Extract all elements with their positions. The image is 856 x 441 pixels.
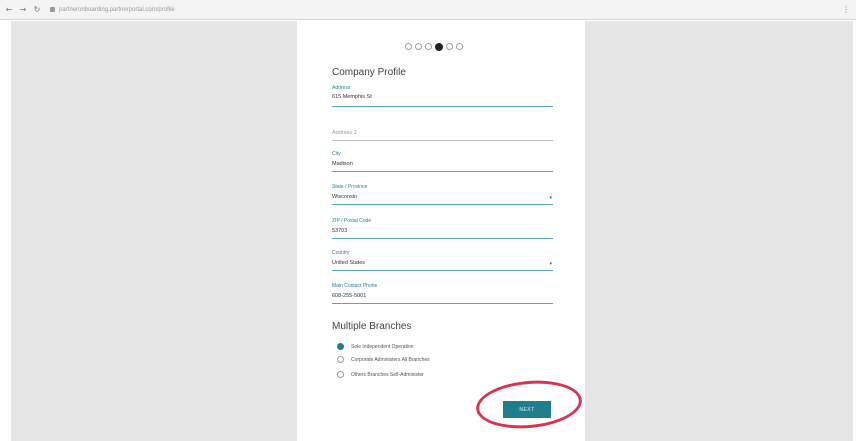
phone-value[interactable]: 608-255-5001	[332, 293, 366, 299]
city-field[interactable]: City Madison	[332, 151, 553, 172]
radio-label: Sole Independent Operation	[351, 343, 414, 350]
multiple-branches-title: Multiple Branches	[332, 321, 412, 332]
step-dot-active	[435, 42, 443, 51]
address-2-field[interactable]: Address 2	[332, 124, 553, 141]
radio-button[interactable]	[337, 356, 344, 363]
step-dot	[405, 43, 412, 50]
zip-label: ZIP / Postal Code	[332, 218, 372, 224]
address-bar[interactable]: partneronboarding.partnerportal.com/prof…	[59, 7, 175, 13]
address-value[interactable]: 615 Memphis St	[332, 94, 372, 100]
state-select[interactable]: State / Province Wisconsin ▾	[332, 184, 553, 205]
country-label: Country	[332, 250, 350, 256]
phone-label: Main Contact Phone	[332, 283, 378, 289]
back-icon[interactable]: ←	[4, 5, 14, 14]
radio-option-corporate-administers[interactable]: Corporate Administers All Branches	[337, 356, 430, 363]
address-label: Address	[332, 85, 351, 91]
radio-button-checked[interactable]	[337, 343, 344, 350]
forward-icon[interactable]: →	[18, 5, 28, 14]
left-background-panel	[11, 21, 297, 441]
country-value[interactable]: United States	[332, 260, 365, 266]
radio-option-self-administer[interactable]: Others Branches Self-Administer	[337, 371, 424, 378]
step-dot	[425, 43, 432, 50]
radio-label: Others Branches Self-Administer	[351, 371, 424, 378]
phone-field[interactable]: Main Contact Phone 608-255-5001	[332, 283, 553, 304]
address-2-placeholder[interactable]: Address 2	[332, 130, 357, 136]
step-dot	[415, 43, 422, 50]
radio-option-sole-independent[interactable]: Sole Independent Operation	[337, 343, 414, 350]
state-value[interactable]: Wisconsin	[332, 194, 357, 200]
lock-icon	[50, 7, 55, 12]
city-value[interactable]: Madison	[332, 161, 353, 167]
step-dot	[446, 43, 453, 50]
address-field[interactable]: Address 615 Memphis St	[332, 85, 553, 107]
step-dot	[456, 43, 463, 50]
step-indicator	[405, 42, 463, 51]
state-label: State / Province	[332, 184, 368, 190]
right-background-panel	[585, 21, 853, 441]
browser-toolbar: ← → ↻ partneronboarding.partnerportal.co…	[0, 0, 856, 20]
company-profile-title: Company Profile	[332, 67, 406, 78]
chevron-down-icon[interactable]: ▾	[549, 261, 552, 267]
menu-icon[interactable]: ⋮	[842, 5, 850, 14]
radio-label: Corporate Administers All Branches	[351, 356, 430, 363]
zip-value[interactable]: 53703	[332, 228, 347, 234]
reload-icon[interactable]: ↻	[32, 5, 42, 14]
company-profile-card: Company Profile Address 615 Memphis St A…	[297, 21, 585, 441]
zip-field[interactable]: ZIP / Postal Code 53703	[332, 218, 553, 239]
country-select[interactable]: Country United States ▾	[332, 250, 553, 271]
chevron-down-icon[interactable]: ▾	[549, 195, 552, 201]
radio-button[interactable]	[337, 371, 344, 378]
city-label: City	[332, 151, 341, 157]
